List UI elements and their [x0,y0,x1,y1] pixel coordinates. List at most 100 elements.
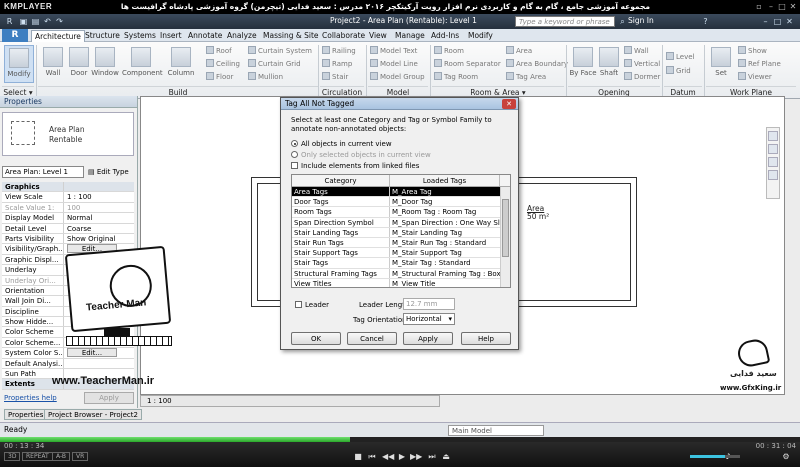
pill-3d[interactable]: 3D [4,452,21,461]
tab-insert[interactable]: Insert [157,30,185,42]
tag-orientation-dropdown[interactable]: Horizontal ▾ [403,313,455,325]
tab-add-ins[interactable]: Add-Ins [428,30,462,42]
tab-manage[interactable]: Manage [392,30,428,42]
search-icon[interactable]: ⌕ [617,16,628,27]
show-button[interactable]: Show [738,46,767,57]
property-row[interactable]: Detail Level Coarse [2,223,134,234]
radio-all-objects[interactable]: All objects in current view [291,140,392,149]
minimize-icon[interactable]: – [766,2,776,11]
steering-wheel-icon[interactable] [768,131,778,141]
modify-button[interactable]: Modify [4,45,34,83]
loaded-tag-cell[interactable]: M_Stair Run Tag : Standard [390,238,500,247]
table-row[interactable]: Stair Run Tags M_Stair Run Tag : Standard [292,237,510,249]
tab-view[interactable]: View [366,30,390,42]
tab-collaborate[interactable]: Collaborate [319,30,368,42]
table-row[interactable]: Stair Landing Tags M_Stair Landing Tag [292,227,510,238]
apply-button[interactable]: Apply [403,332,453,345]
cancel-button[interactable]: Cancel [347,332,397,345]
tab-architecture[interactable]: Architecture [31,30,85,42]
settings-icon[interactable]: ⚙ [780,452,792,462]
pin-icon[interactable]: ▫ [754,2,764,11]
undo-icon[interactable]: ↶ [42,16,53,27]
ceiling-button[interactable]: Ceiling [206,59,240,70]
dormer-button[interactable]: Dormer [624,72,660,83]
tab-project-browser[interactable]: Project Browser - Project2 [44,409,142,420]
property-row[interactable]: View Scale 1 : 100 [2,192,134,203]
leader-checkbox[interactable]: Leader [295,301,329,310]
roof-button[interactable]: Roof [206,46,232,57]
room-button[interactable]: Room [434,46,464,57]
eject-icon[interactable]: ⏏ [440,452,452,462]
loaded-tag-cell[interactable]: M_Door Tag [390,197,500,206]
search-input[interactable]: Type a keyword or phrase [515,16,615,27]
table-row[interactable]: Stair Tags M_Stair Tag : Standard [292,258,510,269]
table-scrollbar[interactable] [500,187,510,287]
scrollbar-thumb[interactable] [502,199,509,257]
viewer-button[interactable]: Viewer [738,72,772,83]
redo-icon[interactable]: ↷ [54,16,65,27]
table-row[interactable]: Area Tags M_Area Tag [292,187,510,198]
mullion-button[interactable]: Mullion [248,72,283,83]
model-text-button[interactable]: Model Text [370,46,417,57]
table-row[interactable]: Room Tags M_Room Tag : Room Tag [292,207,510,218]
close-icon[interactable]: ✕ [788,2,798,11]
model-group-button[interactable]: Model Group [370,72,425,83]
property-group[interactable]: Graphics [2,182,134,193]
level-button[interactable]: Level [666,52,694,63]
navigation-bar[interactable] [766,127,780,199]
column-button[interactable]: Column [166,45,196,83]
table-row[interactable]: View Titles M_View Title [292,278,510,287]
area-tag[interactable]: Area 50 m² [527,205,549,221]
column-loaded-tags[interactable]: Loaded Tags [390,175,500,186]
loaded-tag-cell[interactable]: M_Span Direction : One Way Sla [390,218,500,227]
save-icon[interactable]: ▤ [30,16,41,27]
curtain-grid-button[interactable]: Curtain Grid [248,59,301,70]
zoom-icon[interactable] [768,144,778,154]
table-row[interactable]: Stair Support Tags M_Stair Support Tag [292,248,510,259]
loaded-tag-cell[interactable]: M_View Title [390,279,500,287]
curtain-system-button[interactable]: Curtain System [248,46,312,57]
wall-opening-button[interactable]: Wall [624,46,649,57]
dialog-close-button[interactable]: ✕ [502,99,516,109]
property-row[interactable]: Scale Value 1: 100 [2,202,134,214]
property-value[interactable] [64,359,134,368]
area-boundary-button[interactable]: Area Boundary [506,59,568,70]
tab-analyze[interactable]: Analyze [224,30,260,42]
open-icon[interactable]: ▣ [18,16,29,27]
tab-properties[interactable]: Properties [4,409,48,420]
property-row[interactable]: Display Model Normal [2,213,134,224]
radio-selected-objects[interactable]: Only selected objects in current view [291,151,431,160]
properties-help-link[interactable]: Properties help [4,394,57,402]
loaded-tag-cell[interactable]: M_Room Tag : Room Tag [390,207,500,216]
table-row[interactable]: Structural Framing Tags M_Structural Fram… [292,268,510,279]
tab-systems[interactable]: Systems [121,30,159,42]
property-value[interactable]: 100 [64,203,134,212]
model-line-button[interactable]: Model Line [370,59,418,70]
application-menu-button[interactable]: R [2,29,28,42]
grid-button[interactable]: Grid [666,66,691,77]
forward-icon[interactable]: ▶▶ [410,452,422,462]
property-value[interactable]: Coarse [64,224,134,233]
navbar-options-icon[interactable] [768,170,778,180]
include-linked-checkbox[interactable]: Include elements from linked files [291,162,419,171]
tab-annotate[interactable]: Annotate [185,30,225,42]
table-row[interactable]: Span Direction Symbol M_Span Direction : … [292,217,510,228]
ramp-button[interactable]: Ramp [322,59,352,70]
leader-length-field[interactable]: 12.7 mm [403,298,455,310]
tab-massing-site[interactable]: Massing & Site [260,30,322,42]
loaded-tag-cell[interactable]: M_Stair Support Tag [390,248,500,257]
pill-ab[interactable]: A-B [52,452,71,461]
property-row[interactable]: Default Analysi... [2,358,134,370]
help-icon[interactable]: ? [700,16,711,27]
pill-repeat[interactable]: REPEAT [22,452,53,461]
ok-button[interactable]: OK [291,332,341,345]
properties-apply-button[interactable]: Apply [84,392,134,404]
shaft-button[interactable]: Shaft [594,45,624,83]
tag-room-button[interactable]: Tag Room [434,72,478,83]
tag-area-button[interactable]: Tag Area [506,72,546,83]
loaded-tag-cell[interactable]: M_Stair Landing Tag [390,228,500,237]
property-value[interactable]: 1 : 100 [64,192,134,201]
maximize-icon[interactable]: □ [777,2,787,11]
loaded-tag-cell[interactable]: M_Structural Framing Tag : Box [390,269,500,278]
rewind-icon[interactable]: ◀◀ [382,452,394,462]
